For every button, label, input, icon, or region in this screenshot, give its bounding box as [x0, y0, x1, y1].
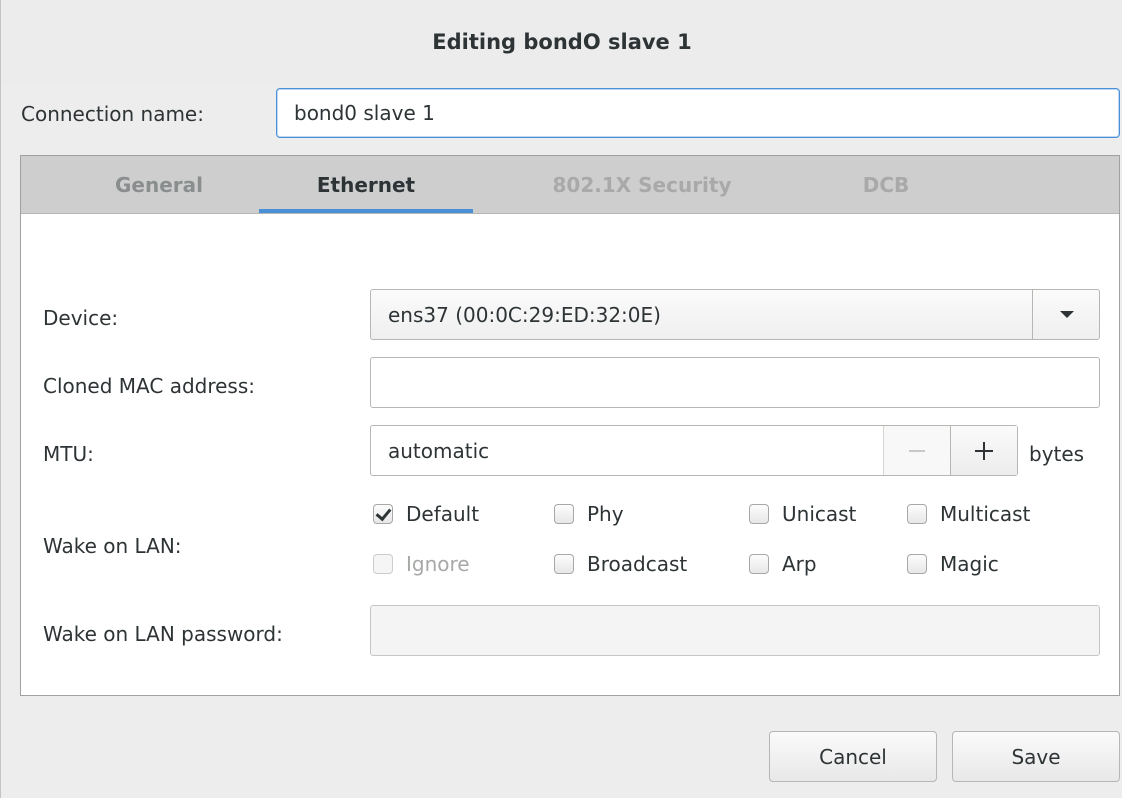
checkbox-box — [907, 504, 927, 524]
checkbox-label: Ignore — [406, 552, 470, 576]
tab-general[interactable]: General — [59, 156, 259, 213]
mtu-unit: bytes — [1029, 442, 1085, 466]
device-dropdown-button[interactable] — [1032, 290, 1099, 339]
wol-arp-checkbox[interactable]: Arp — [749, 552, 817, 576]
mtu-increment-button[interactable] — [950, 426, 1017, 475]
window-title: Editing bondO slave 1 — [432, 30, 692, 54]
checkbox-box — [373, 504, 393, 524]
device-combobox[interactable]: ens37 (00:0C:29:ED:32:0E) — [370, 289, 1100, 340]
checkbox-box — [749, 554, 769, 574]
wol-magic-checkbox[interactable]: Magic — [907, 552, 999, 576]
checkbox-box — [554, 504, 574, 524]
wol-password-label: Wake on LAN password: — [43, 622, 283, 646]
device-label: Device: — [43, 306, 119, 330]
minus-icon — [909, 449, 925, 452]
mtu-spinbutton[interactable]: automatic — [370, 425, 1018, 476]
dialog-window: Editing bondO slave 1 Connection name: G… — [0, 0, 1122, 798]
save-button[interactable]: Save — [952, 731, 1120, 782]
checkbox-label: Magic — [940, 552, 999, 576]
wol-unicast-checkbox[interactable]: Unicast — [749, 502, 856, 526]
connection-name-input[interactable] — [276, 88, 1120, 138]
cancel-button[interactable]: Cancel — [769, 731, 937, 782]
checkbox-label: Default — [406, 502, 480, 526]
checkbox-label: Multicast — [940, 502, 1031, 526]
tab-bar: General Ethernet 802.1X Security DCB — [21, 156, 1119, 214]
wol-phy-checkbox[interactable]: Phy — [554, 502, 624, 526]
title-bar[interactable]: Editing bondO slave 1 — [1, 0, 1122, 84]
cloned-mac-input[interactable] — [370, 357, 1100, 408]
connection-name-label: Connection name: — [21, 102, 204, 126]
checkbox-label: Phy — [587, 502, 624, 526]
cloned-mac-label: Cloned MAC address: — [43, 374, 256, 398]
chevron-down-icon — [1060, 311, 1074, 318]
wol-ignore-checkbox[interactable]: Ignore — [373, 552, 470, 576]
checkbox-label: Broadcast — [587, 552, 688, 576]
device-value: ens37 (00:0C:29:ED:32:0E) — [388, 303, 661, 327]
wol-broadcast-checkbox[interactable]: Broadcast — [554, 552, 687, 576]
mtu-decrement-button[interactable] — [883, 426, 950, 475]
wol-default-checkbox[interactable]: Default — [373, 502, 479, 526]
checkbox-box — [554, 554, 574, 574]
tab-8021x-security[interactable]: 802.1X Security — [508, 156, 776, 213]
checkbox-label: Unicast — [782, 502, 857, 526]
mtu-value: automatic — [388, 439, 490, 463]
checkbox-box — [373, 554, 393, 574]
tab-ethernet[interactable]: Ethernet — [259, 156, 473, 213]
plus-icon — [975, 441, 993, 460]
settings-notebook: General Ethernet 802.1X Security DCB Dev… — [20, 155, 1120, 696]
wol-password-input[interactable] — [370, 605, 1100, 656]
wol-multicast-checkbox[interactable]: Multicast — [907, 502, 1030, 526]
checkbox-label: Arp — [782, 552, 817, 576]
tab-dcb[interactable]: DCB — [831, 156, 941, 213]
checkbox-box — [907, 554, 927, 574]
wake-on-lan-label: Wake on LAN: — [43, 534, 182, 558]
checkbox-box — [749, 504, 769, 524]
mtu-label: MTU: — [43, 442, 94, 466]
